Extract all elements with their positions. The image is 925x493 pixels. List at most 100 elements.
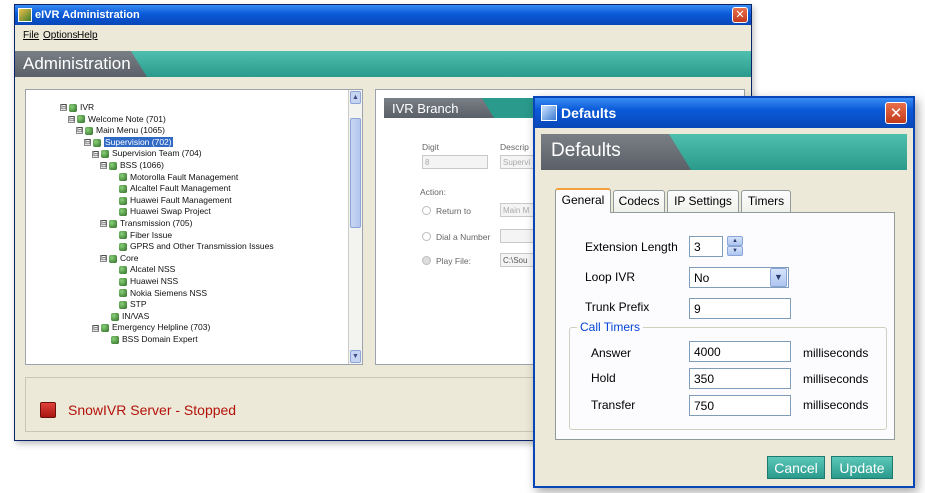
- tab-ip-settings[interactable]: IP Settings: [667, 190, 739, 212]
- menu-file[interactable]: File: [23, 30, 39, 41]
- defaults-app-icon: [541, 105, 557, 121]
- tree-item-label: Main Menu (1065): [96, 125, 165, 136]
- ivr-node-icon: [109, 161, 117, 170]
- tree-expander-icon[interactable]: ⊟: [92, 150, 99, 158]
- description-label: Descrip: [500, 142, 529, 152]
- main-window-title: eIVR Administration: [35, 9, 140, 21]
- defaults-titlebar: Defaults ✕: [535, 98, 913, 128]
- tree-expander-icon[interactable]: ⊟: [60, 104, 67, 112]
- tree-expander-icon[interactable]: ⊟: [68, 115, 75, 123]
- ivr-node-icon: [111, 335, 119, 344]
- tree-item[interactable]: STP: [108, 299, 147, 310]
- tree-expander-icon[interactable]: ⊟: [84, 139, 91, 147]
- tree-item-label: Nokia Siemens NSS: [130, 287, 208, 298]
- return-radio[interactable]: [422, 206, 431, 215]
- tree-item-label: Emergency Helpline (703): [112, 322, 211, 333]
- tree-item[interactable]: Alcatel NSS: [108, 264, 175, 275]
- tree-item[interactable]: GPRS and Other Transmission Issues: [108, 241, 274, 252]
- dial-radio[interactable]: [422, 232, 431, 241]
- section-title: Administration: [15, 51, 147, 77]
- ivr-node-icon: [119, 173, 127, 182]
- tree-item[interactable]: Motorolla Fault Management: [108, 172, 238, 183]
- tree-item-label: Huawei Swap Project: [130, 206, 211, 217]
- scroll-down-icon[interactable]: ▼: [350, 350, 361, 363]
- tree-item-label: Transmission (705): [120, 218, 193, 228]
- tree-item[interactable]: ⊟ Supervision (702): [84, 136, 173, 148]
- answer-label: Answer: [591, 346, 632, 360]
- tree-scroll-thumb[interactable]: [350, 118, 361, 228]
- tree-item[interactable]: ⊟ Welcome Note (701): [68, 114, 166, 125]
- tab-codecs[interactable]: Codecs: [613, 190, 665, 212]
- ivr-node-icon: [69, 103, 77, 112]
- tree-item[interactable]: Alcaltel Fault Management: [108, 183, 231, 194]
- tree-item[interactable]: ⊟ Transmission (705): [100, 218, 192, 229]
- trunk-prefix-label: Trunk Prefix: [585, 300, 650, 314]
- extension-length-field[interactable]: 3: [689, 236, 723, 257]
- spin-down-icon[interactable]: ▼: [727, 246, 743, 256]
- extension-length-stepper[interactable]: ▲ ▼: [727, 236, 743, 257]
- update-button[interactable]: Update: [831, 456, 893, 479]
- tree-expander-icon[interactable]: ⊟: [100, 162, 107, 170]
- tree-item[interactable]: ⊟ Main Menu (1065): [76, 125, 165, 136]
- answer-field[interactable]: 4000: [689, 341, 791, 362]
- trunk-prefix-field[interactable]: 9: [689, 298, 791, 319]
- tree-expander-icon[interactable]: ⊟: [92, 324, 99, 332]
- chevron-down-icon[interactable]: ▼: [770, 268, 787, 287]
- ivr-node-icon: [119, 242, 127, 251]
- tree-item[interactable]: BSS Domain Expert: [100, 334, 198, 345]
- tree-item[interactable]: ⊟ Core: [100, 253, 138, 264]
- play-radio[interactable]: [422, 256, 431, 265]
- defaults-banner: Defaults: [541, 134, 907, 170]
- tab-general[interactable]: General: [555, 188, 611, 213]
- spin-up-icon[interactable]: ▲: [727, 236, 743, 246]
- tree-item[interactable]: ⊟ IVR: [60, 102, 94, 113]
- main-close-button[interactable]: ✕: [732, 7, 748, 23]
- ivr-node-icon: [109, 219, 117, 228]
- extension-length-label: Extension Length: [585, 240, 678, 254]
- hold-label: Hold: [591, 371, 616, 385]
- ivr-node-icon: [119, 300, 127, 309]
- return-label: Return to: [436, 206, 471, 216]
- tree-item[interactable]: ⊟ BSS (1066): [100, 160, 164, 171]
- tree-item-label: Alcatel NSS: [130, 264, 176, 275]
- tree-item[interactable]: IN/VAS: [100, 311, 149, 322]
- tab-timers[interactable]: Timers: [741, 190, 791, 212]
- tree-expander-icon[interactable]: ⊟: [100, 255, 107, 263]
- transfer-field[interactable]: 750: [689, 395, 791, 416]
- menu-options[interactable]: Options: [43, 30, 77, 41]
- hold-field[interactable]: 350: [689, 368, 791, 389]
- server-status-text: SnowIVR Server - Stopped: [68, 402, 237, 418]
- tree-item[interactable]: Nokia Siemens NSS: [108, 288, 207, 299]
- tree-item[interactable]: Huawei Fault Management: [108, 195, 232, 206]
- tree-item[interactable]: Fiber Issue: [108, 230, 172, 241]
- tree-item-label: IN/VAS: [122, 310, 150, 321]
- ivr-node-icon: [77, 115, 85, 124]
- tree-item[interactable]: Huawei Swap Project: [108, 206, 211, 217]
- tree-expander-icon[interactable]: ⊟: [76, 127, 83, 135]
- defaults-dialog: Defaults ✕ Defaults General Codecs IP Se…: [533, 96, 915, 488]
- ivr-tree[interactable]: ⊟ IVR ⊟ Welcome Note (701) ⊟ Main Menu (1065)…: [25, 89, 363, 365]
- app-icon: [18, 8, 32, 22]
- defaults-close-button[interactable]: ✕: [885, 102, 907, 124]
- scroll-up-icon[interactable]: ▲: [350, 91, 361, 104]
- tree-item-label: Supervision (702): [104, 136, 173, 147]
- tree-scrollbar[interactable]: ▲ ▼: [348, 90, 362, 364]
- menu-help[interactable]: Help: [77, 30, 98, 41]
- cancel-button[interactable]: Cancel: [767, 456, 825, 479]
- tree-item[interactable]: Huawei NSS: [108, 276, 178, 287]
- tree-item-label: Fiber Issue: [130, 229, 173, 240]
- ivr-node-icon: [119, 289, 127, 298]
- tree-item-label: Motorolla Fault Management: [130, 171, 239, 182]
- ivr-node-icon: [85, 126, 93, 135]
- digit-select[interactable]: 8: [422, 155, 488, 169]
- hold-unit: milliseconds: [803, 372, 869, 386]
- tree-item[interactable]: ⊟ Emergency Helpline (703): [92, 322, 210, 333]
- tree-item-label: BSS (1066): [120, 160, 164, 170]
- tree-expander-icon[interactable]: ⊟: [100, 220, 107, 228]
- defaults-window-title: Defaults: [561, 105, 617, 121]
- ivr-node-icon: [101, 324, 109, 333]
- tree-item-label: BSS Domain Expert: [122, 334, 198, 344]
- tree-item[interactable]: ⊟ Supervision Team (704): [92, 148, 202, 159]
- tree-item-label: Huawei NSS: [130, 276, 179, 286]
- ivr-node-icon: [119, 184, 127, 193]
